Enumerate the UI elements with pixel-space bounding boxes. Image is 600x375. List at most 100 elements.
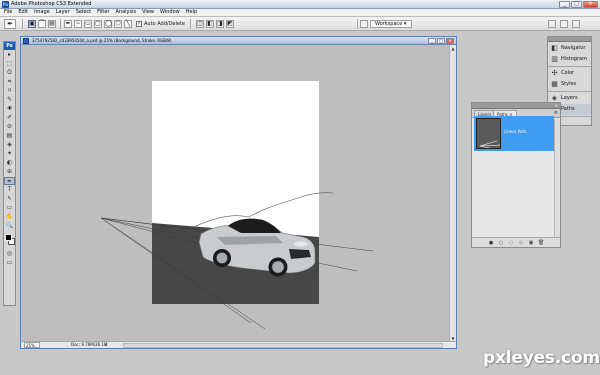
- healing-brush-tool-icon[interactable]: ✚: [4, 105, 15, 113]
- rectangle-shape-button[interactable]: ▭: [84, 20, 92, 28]
- path-name: Linear Path: [504, 129, 527, 134]
- stroke-path-icon[interactable]: ○: [498, 240, 504, 246]
- blur-tool-icon[interactable]: ◐: [4, 159, 15, 167]
- panel-menu-icon[interactable]: ≡: [554, 110, 558, 117]
- panel-close-icon[interactable]: ×: [555, 103, 558, 108]
- options-separator: [190, 19, 191, 29]
- quick-mask-icon[interactable]: ◎: [4, 250, 15, 258]
- dock-item-label: Layers: [561, 95, 578, 101]
- lasso-tool-icon[interactable]: ʘ: [4, 69, 15, 77]
- dock-item-histogram[interactable]: ▥ Histogram: [548, 54, 591, 65]
- load-path-as-selection-icon[interactable]: ◌: [508, 240, 514, 246]
- options-separator: [60, 19, 61, 29]
- screen-mode-icon[interactable]: ▭: [4, 259, 15, 267]
- shape-tool-icon[interactable]: ▭: [4, 204, 15, 212]
- navigator-icon: ◧: [551, 44, 558, 52]
- options-separator: [357, 19, 358, 29]
- history-brush-tool-icon[interactable]: ▤: [4, 132, 15, 140]
- shape-layers-button[interactable]: ▣: [28, 20, 36, 28]
- options-separator: [22, 19, 23, 29]
- menu-select[interactable]: Select: [73, 9, 94, 16]
- menu-view[interactable]: View: [139, 9, 157, 16]
- document-maximize-button[interactable]: □: [437, 38, 445, 44]
- brushes-palette-icon[interactable]: [548, 20, 556, 28]
- pen-tool-icon[interactable]: ✒: [4, 177, 15, 185]
- dock-item-label: Color: [561, 70, 575, 76]
- pen-option-button[interactable]: ✒: [64, 20, 72, 28]
- document-icon: [23, 38, 29, 44]
- document-title-bar[interactable]: 3754792582_c43395450d_o.psd @ 25% (Backg…: [21, 37, 456, 45]
- gradient-tool-icon[interactable]: ✦: [4, 150, 15, 158]
- menu-bar: File Edit Image Layer Select Filter Anal…: [0, 9, 600, 17]
- path-list-item[interactable]: Linear Path: [474, 116, 554, 151]
- crop-tool-icon[interactable]: ⌑: [4, 87, 15, 95]
- move-tool-icon[interactable]: ▸: [4, 51, 15, 59]
- combine-paths-button[interactable]: ◫: [196, 20, 204, 28]
- document-status-bar: 25% Doc: 9.76M/36.1M ▸: [21, 341, 456, 348]
- pen-tool-icon[interactable]: ✒: [4, 19, 16, 29]
- clone-stamp-tool-icon[interactable]: ⊘: [4, 123, 15, 131]
- dock-item-navigator[interactable]: ◧ Navigator: [548, 43, 591, 54]
- ellipse-shape-button[interactable]: ◯: [104, 20, 112, 28]
- dodge-tool-icon[interactable]: ⊕: [4, 168, 15, 176]
- scroll-up-icon[interactable]: ▲: [450, 45, 456, 52]
- intersect-paths-button[interactable]: ◨: [216, 20, 224, 28]
- menu-layer[interactable]: Layer: [53, 9, 73, 16]
- menu-file[interactable]: File: [0, 9, 15, 16]
- menu-help[interactable]: Help: [183, 9, 200, 16]
- exclude-paths-button[interactable]: ◩: [226, 20, 234, 28]
- fill-path-icon[interactable]: ●: [488, 240, 494, 246]
- zoom-level-field[interactable]: 25%: [24, 342, 40, 348]
- rounded-rectangle-button[interactable]: ▢: [94, 20, 102, 28]
- dock-group-color: ✣ Color ▦ Styles: [548, 67, 591, 92]
- document-vertical-scrollbar[interactable]: ▲ ▼: [449, 45, 456, 342]
- freeform-pen-button[interactable]: ~: [74, 20, 82, 28]
- subtract-paths-button[interactable]: ◧: [206, 20, 214, 28]
- type-tool-icon[interactable]: T: [4, 186, 15, 194]
- document-canvas[interactable]: [21, 37, 458, 350]
- workspace-label: Workspace ▾: [375, 21, 407, 27]
- menu-edit[interactable]: Edit: [15, 9, 31, 16]
- dock-item-styles[interactable]: ▦ Styles: [548, 79, 591, 90]
- layer-comps-icon[interactable]: [572, 20, 580, 28]
- minimize-button[interactable]: _: [559, 1, 570, 8]
- menu-window[interactable]: Window: [157, 9, 183, 16]
- maximize-button[interactable]: □: [571, 1, 582, 8]
- document-minimize-button[interactable]: _: [428, 38, 436, 44]
- eraser-tool-icon[interactable]: ◈: [4, 141, 15, 149]
- polygon-shape-button[interactable]: ⬡: [114, 20, 122, 28]
- marquee-tool-icon[interactable]: ⬚: [4, 60, 15, 68]
- tools-panel-header: Ps: [4, 42, 15, 50]
- magic-wand-tool-icon[interactable]: ⌗: [4, 78, 15, 86]
- document-name: 3754792582_c43395450d_o.psd @ 25% (Backg…: [32, 38, 172, 43]
- zoom-tool-icon[interactable]: 🔍: [4, 222, 15, 230]
- hand-tool-icon[interactable]: ✋: [4, 213, 15, 221]
- paths-panel-scrollbar[interactable]: [554, 119, 560, 237]
- fill-pixels-button[interactable]: ▤: [48, 20, 56, 28]
- tools-panel: Ps ▸ ⬚ ʘ ⌗ ⌑ ✎ ✚ ✐ ⊘ ▤ ◈ ✦ ◐ ⊕ ✒ T ↖ ▭ ✋…: [3, 41, 16, 306]
- make-work-path-icon[interactable]: ◇: [518, 240, 524, 246]
- foreground-color-swatch[interactable]: [5, 234, 12, 241]
- document-size-info: Doc: 9.76M/36.1M: [71, 342, 108, 347]
- workspace-dropdown[interactable]: Workspace ▾: [370, 20, 412, 28]
- tool-presets-icon[interactable]: [560, 20, 568, 28]
- eyedropper-tool-icon[interactable]: ✎: [4, 96, 15, 104]
- new-path-icon[interactable]: ▣: [528, 240, 534, 246]
- dock-item-label: Histogram: [561, 56, 587, 62]
- menu-analysis[interactable]: Analysis: [113, 9, 140, 16]
- site-watermark: pxleyes.com: [483, 348, 600, 368]
- document-horizontal-scrollbar[interactable]: [123, 343, 443, 348]
- delete-path-icon[interactable]: 🗑: [538, 240, 544, 246]
- dock-item-label: Styles: [561, 81, 577, 87]
- paths-mode-button[interactable]: ⌒: [38, 20, 46, 28]
- auto-add-delete-checkbox[interactable]: ✓: [136, 21, 142, 27]
- status-menu-arrow-icon[interactable]: ▸: [105, 342, 107, 348]
- path-selection-tool-icon[interactable]: ↖: [4, 195, 15, 203]
- close-button[interactable]: ✕: [583, 1, 598, 8]
- brush-tool-icon[interactable]: ✐: [4, 114, 15, 122]
- menu-filter[interactable]: Filter: [94, 9, 112, 16]
- line-shape-button[interactable]: ╲: [124, 20, 132, 28]
- dock-item-color[interactable]: ✣ Color: [548, 68, 591, 79]
- menu-image[interactable]: Image: [31, 9, 53, 16]
- document-close-button[interactable]: ✕: [446, 38, 454, 44]
